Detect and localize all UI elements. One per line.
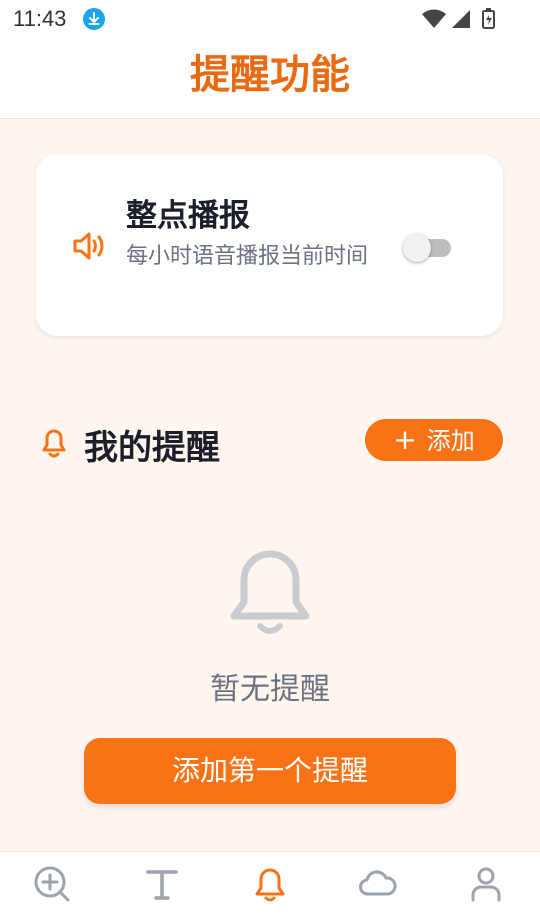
status-icons [422,8,502,34]
section-title: 我的提醒 [84,428,220,468]
hourly-toggle[interactable] [403,234,453,262]
status-bar: 11:43 [0,0,540,36]
speaker-icon [72,230,108,266]
battery-icon [482,8,495,29]
card-description: 每小时语音播报当前时间 [126,244,369,269]
bottom-nav [0,851,540,919]
bell-icon[interactable] [250,864,290,904]
header: 提醒功能 [0,36,540,119]
toggle-thumb [403,234,431,262]
add-button-label: 添加 [426,427,475,455]
bell-icon [38,424,70,464]
card-title: 整点播报 [126,198,250,234]
empty-state-text: 暂无提醒 [210,672,330,707]
signal-icon [452,10,470,28]
status-time: 11:43 [13,6,67,31]
add-reminder-button[interactable]: + 添加 [365,419,503,461]
text-icon[interactable] [142,864,182,904]
hourly-broadcast-card: 整点播报 每小时语音播报当前时间 [36,154,503,336]
download-icon [83,8,105,30]
add-first-reminder-button[interactable]: 添加第一个提醒 [84,738,456,804]
search-icon[interactable] [32,864,72,904]
empty-bell-icon [226,544,314,640]
cloud-icon[interactable] [358,864,398,904]
user-icon[interactable] [466,864,506,904]
wifi-icon [422,9,446,28]
page-title: 提醒功能 [190,52,350,98]
plus-icon: + [393,423,417,456]
